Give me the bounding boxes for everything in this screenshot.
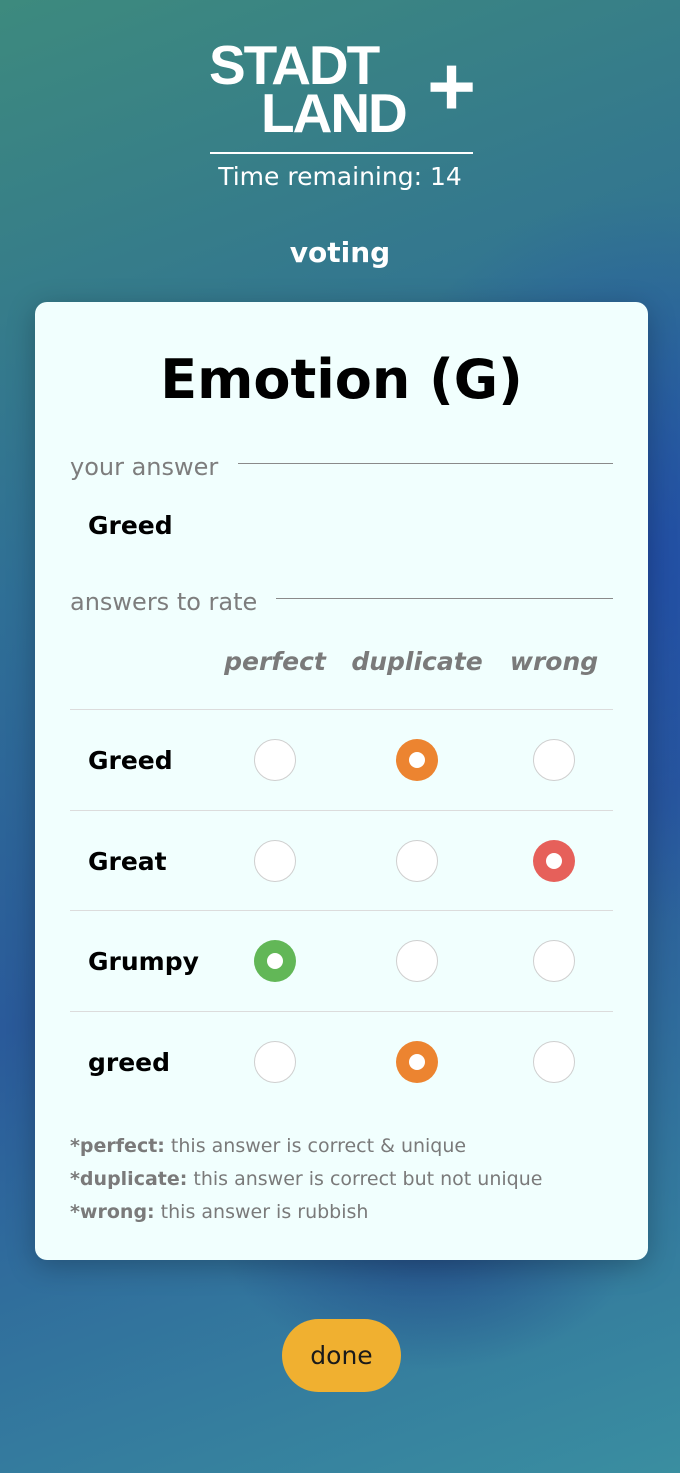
answer-word: greed	[88, 1047, 171, 1077]
your-answer-label: your answer	[70, 453, 219, 481]
radio-perfect[interactable]	[254, 839, 296, 882]
answer-word: Greed	[88, 746, 173, 775]
radio-wrong[interactable]	[533, 739, 575, 781]
radio-perfect[interactable]	[254, 940, 296, 982]
your-answer-divider	[238, 463, 613, 464]
logo-divider	[210, 152, 473, 154]
done-button[interactable]: done	[282, 1319, 401, 1392]
voting-card	[35, 302, 648, 1260]
logo-plus: +	[427, 39, 477, 133]
time-remaining: Time remaining: 14	[218, 162, 462, 191]
app-logo: STADT LAND +	[209, 38, 477, 144]
radio-wrong[interactable]	[533, 839, 575, 882]
radio-duplicate[interactable]	[396, 839, 438, 882]
answers-to-rate-divider	[276, 598, 613, 599]
phase-title: voting	[289, 236, 391, 269]
radio-duplicate[interactable]	[396, 1040, 438, 1083]
column-header-wrong: wrong	[509, 647, 599, 676]
your-answer-value: Greed	[88, 511, 173, 540]
column-header-duplicate: duplicate	[351, 647, 483, 676]
logo-line-land: LAND	[261, 82, 408, 144]
category-title: Emotion (G)	[160, 348, 523, 411]
answer-word: Grumpy	[88, 947, 199, 976]
legend-item-wrong: *wrong: this answer is rubbish	[70, 1201, 369, 1223]
column-header-perfect: perfect	[224, 647, 326, 676]
radio-duplicate[interactable]	[396, 739, 438, 781]
row-divider	[70, 709, 613, 710]
row-divider	[70, 910, 613, 911]
radio-wrong[interactable]	[533, 940, 575, 982]
row-divider	[70, 809, 613, 811]
legend-item-perfect: *perfect: this answer is correct & uniqu…	[70, 1135, 467, 1157]
rating-legend: *perfect: this answer is correct & uniqu…	[70, 1130, 542, 1229]
row-divider	[70, 1010, 613, 1012]
answers-to-rate-label: answers to rate	[70, 588, 258, 616]
radio-perfect[interactable]	[254, 1040, 296, 1083]
radio-duplicate[interactable]	[396, 940, 438, 982]
radio-wrong[interactable]	[533, 1040, 575, 1083]
answer-word: Great	[88, 846, 167, 876]
legend-item-duplicate: *duplicate: this answer is correct but n…	[70, 1168, 543, 1190]
radio-perfect[interactable]	[254, 739, 296, 781]
